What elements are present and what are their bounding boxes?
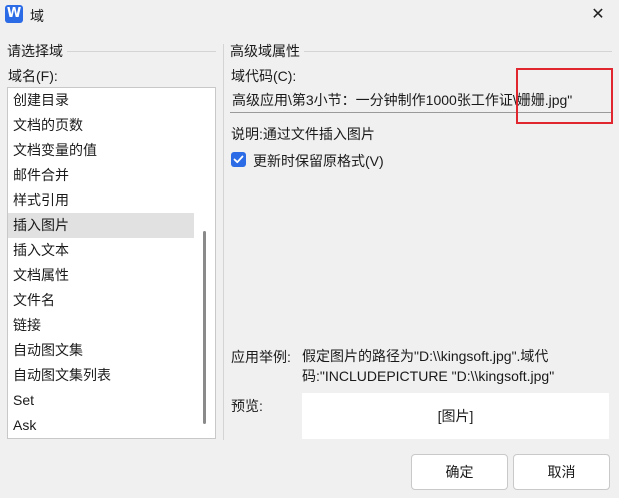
example-text: 假定图片的路径为"D:\\kingsoft.jpg".域代码:"INCLUDEP… bbox=[302, 348, 555, 384]
cancel-button[interactable]: 取消 bbox=[513, 454, 610, 490]
preview-label: 预览: bbox=[231, 398, 263, 414]
list-item[interactable]: 自动图文集列表 bbox=[8, 363, 194, 388]
list-item[interactable]: 样式引用 bbox=[8, 188, 194, 213]
list-item[interactable]: 自动图文集 bbox=[8, 338, 194, 363]
list-item[interactable]: 插入文本 bbox=[8, 238, 194, 263]
preview-box: [图片] bbox=[302, 393, 609, 439]
keep-format-checkbox[interactable] bbox=[231, 152, 246, 167]
right-group-title: 高级域属性 bbox=[230, 41, 304, 61]
list-scrollbar[interactable] bbox=[203, 231, 206, 424]
list-item[interactable]: 文档变量的值 bbox=[8, 138, 194, 163]
field-name-list[interactable]: 创建目录 文档的页数 文档变量的值 邮件合并 样式引用 插入图片 插入文本 文档属性 文件名 链接… bbox=[7, 87, 216, 439]
list-item[interactable]: Set bbox=[8, 388, 194, 413]
list-item[interactable]: 文件名 bbox=[8, 288, 194, 313]
list-item[interactable]: 插入图片 bbox=[8, 213, 194, 238]
dialog-title: 域 bbox=[30, 8, 44, 24]
list-item[interactable]: 文档属性 bbox=[8, 263, 194, 288]
list-item[interactable]: 文档的页数 bbox=[8, 113, 194, 138]
ok-button[interactable]: 确定 bbox=[411, 454, 508, 490]
title-bar: W 域 ✕ bbox=[0, 0, 619, 30]
group-separator bbox=[223, 44, 224, 440]
wps-writer-icon: W bbox=[5, 5, 23, 23]
keep-format-label[interactable]: 更新时保留原格式(V) bbox=[253, 151, 384, 171]
close-button[interactable]: ✕ bbox=[584, 3, 612, 27]
field-description: 说明:通过文件插入图片 bbox=[231, 126, 375, 142]
list-item[interactable]: 链接 bbox=[8, 313, 194, 338]
field-name-label: 域名(F): bbox=[8, 68, 58, 84]
field-code-label: 域代码(C): bbox=[231, 68, 297, 84]
field-code-input[interactable]: 高级应用\第3小节：一分钟制作1000张工作证\姗姗.jpg" bbox=[230, 87, 612, 113]
example-label: 应用举例: bbox=[231, 349, 291, 365]
checkmark-icon bbox=[233, 155, 244, 164]
list-item[interactable]: Ask bbox=[8, 413, 194, 438]
list-item[interactable]: 创建目录 bbox=[8, 88, 194, 113]
left-group-title: 请选择域 bbox=[7, 41, 67, 61]
list-item[interactable]: 邮件合并 bbox=[8, 163, 194, 188]
